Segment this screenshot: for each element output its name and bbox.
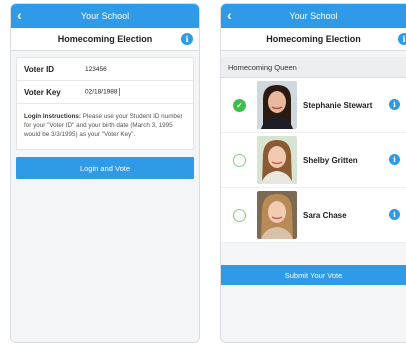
login-instructions: Login Instructions: Please use your Stud… — [17, 104, 193, 149]
login-form: Voter ID 123456 Voter Key 02/18/1988 Log… — [16, 57, 194, 150]
app-header: ‹ Your School — [11, 4, 199, 28]
page-header: Homecoming Election i — [221, 28, 406, 51]
candidate-photo — [257, 136, 297, 184]
text-cursor — [118, 88, 120, 96]
info-icon[interactable]: i — [398, 33, 406, 45]
section-title: Homecoming Queen — [221, 57, 406, 78]
back-chevron-icon[interactable]: ‹ — [17, 7, 22, 23]
candidate-photo — [257, 191, 297, 239]
voter-id-field[interactable]: 123456 — [85, 66, 107, 73]
candidate-name: Sara Chase — [303, 210, 347, 220]
selected-radio[interactable]: ✓ — [233, 98, 246, 112]
candidate-photo — [257, 81, 297, 129]
login-screen: ‹ Your School Homecoming Election i Vote… — [10, 3, 200, 343]
voter-key-value: 02/18/1988 — [85, 88, 118, 96]
voter-id-row[interactable]: Voter ID 123456 — [17, 58, 193, 81]
candidate-list: ✓ Stephanie Stewart i Shelby Gritten i S… — [221, 78, 406, 243]
back-chevron-icon[interactable]: ‹ — [227, 7, 232, 23]
unselected-radio[interactable] — [233, 153, 246, 167]
instructions-title: Login Instructions: — [24, 113, 82, 120]
app-title: Your School — [80, 11, 130, 21]
info-icon[interactable]: i — [389, 154, 400, 165]
page-header: Homecoming Election i — [11, 28, 199, 51]
submit-vote-button[interactable]: Submit Your Vote — [221, 265, 406, 285]
unselected-radio[interactable] — [233, 208, 246, 222]
voter-id-label: Voter ID — [24, 64, 55, 74]
page-title: Homecoming Election — [266, 34, 361, 44]
info-icon[interactable]: i — [389, 209, 400, 220]
app-title: Your School — [289, 11, 338, 21]
voter-key-row[interactable]: Voter Key 02/18/1988 — [17, 81, 193, 104]
login-and-vote-button[interactable]: Login and Vote — [16, 157, 194, 179]
candidate-row[interactable]: ✓ Stephanie Stewart i — [221, 78, 406, 133]
candidate-name: Stephanie Stewart — [303, 100, 373, 110]
app-header: ‹ Your School — [221, 4, 406, 28]
page-title: Homecoming Election — [57, 34, 153, 44]
ballot-screen: ‹ Your School Homecoming Election i Home… — [220, 3, 406, 343]
candidate-row[interactable]: Shelby Gritten i — [221, 133, 406, 188]
info-icon[interactable]: i — [181, 33, 193, 45]
candidate-row[interactable]: Sara Chase i — [221, 188, 406, 243]
checkmark-icon: ✓ — [236, 100, 243, 110]
info-icon[interactable]: i — [389, 99, 400, 110]
voter-key-field[interactable]: 02/18/1988 — [85, 88, 120, 96]
candidate-name: Shelby Gritten — [303, 155, 358, 165]
voter-key-label: Voter Key — [24, 87, 61, 97]
